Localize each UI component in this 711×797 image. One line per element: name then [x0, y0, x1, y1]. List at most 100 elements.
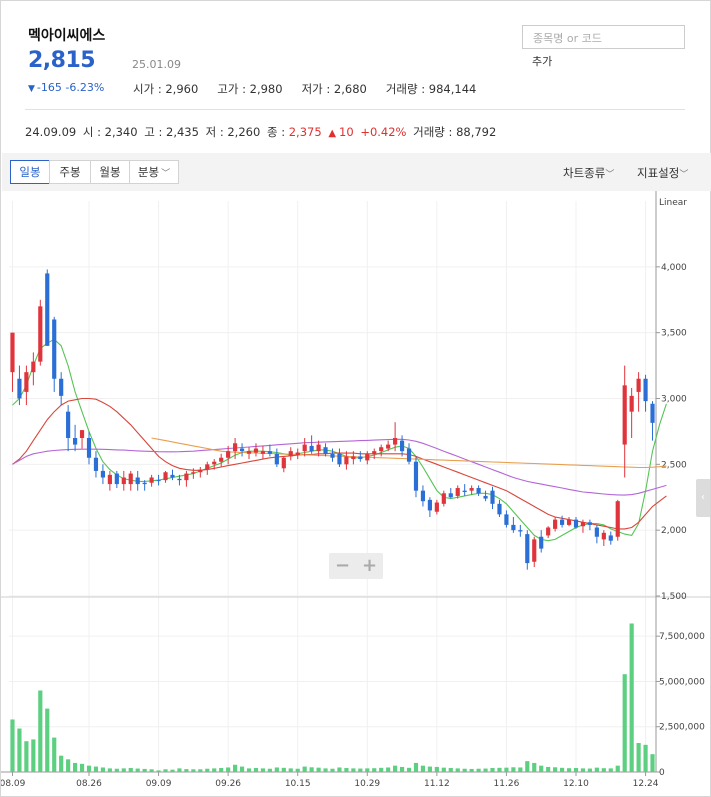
volume-bar	[288, 768, 293, 772]
candle-body	[546, 527, 551, 536]
x-tick-label: 11.26	[494, 779, 520, 789]
volume-bar	[281, 767, 286, 772]
candle-body	[406, 448, 412, 462]
candle-body	[469, 488, 474, 491]
x-tick-label: 12.10	[563, 779, 589, 789]
volume-bar	[86, 765, 92, 772]
candle-body	[142, 482, 147, 485]
tab-monthly[interactable]: 월봉	[90, 160, 130, 184]
volume-bar	[260, 768, 266, 772]
add-button[interactable]: 추가	[532, 53, 552, 69]
volume-bar	[413, 762, 419, 772]
candle-body	[288, 451, 293, 457]
x-tick-label: 09.09	[146, 779, 172, 789]
tab-daily[interactable]: 일봉	[10, 160, 50, 184]
candle-body	[559, 519, 565, 525]
search-input[interactable]: 종목명 or 코드	[522, 25, 685, 49]
candle-body	[267, 451, 272, 454]
volume-bar	[121, 768, 126, 772]
candle-body	[295, 452, 300, 456]
candle-body	[79, 430, 85, 438]
price-stats: 시가 : 2,960 고가 : 2,980 저가 : 2,680 거래량 : 9…	[133, 81, 495, 97]
volume-bar	[504, 767, 509, 772]
volume-bar	[226, 767, 231, 772]
stock-chart[interactable]: Linear 1,500 2,000 2,500 3,000 3,500 4,000 0 2,5…	[1, 191, 711, 797]
volume-bar	[601, 768, 606, 772]
volume-bar	[100, 767, 106, 772]
volume-bar	[17, 728, 22, 772]
candle-body	[622, 385, 627, 445]
volume-bar	[518, 767, 523, 772]
candle-body	[393, 438, 398, 445]
volume-bar	[38, 690, 43, 772]
volume-bar	[636, 743, 641, 772]
chart-type-menu[interactable]: 차트종류﹀	[563, 165, 614, 181]
minus-icon[interactable]: −	[329, 553, 356, 579]
stat-open: 시가 : 2,960	[133, 82, 199, 96]
volume-bar	[170, 769, 175, 772]
candle-body	[246, 451, 252, 454]
candle-body	[441, 493, 446, 504]
volume-bar	[365, 768, 370, 772]
plus-icon[interactable]: +	[356, 553, 383, 579]
volume-bar	[483, 768, 488, 772]
volume-bar	[142, 768, 147, 772]
indicator-menu[interactable]: 지표설정﹀	[637, 165, 688, 181]
volume-bar	[650, 754, 655, 772]
price-date: 25.01.09	[132, 58, 181, 71]
volume-bar	[128, 768, 133, 772]
candle-body	[135, 477, 140, 485]
tab-weekly[interactable]: 주봉	[49, 160, 91, 184]
volume-bar	[330, 768, 335, 772]
candle-body	[59, 378, 64, 396]
candle-body	[434, 502, 439, 512]
volume-bar	[643, 744, 648, 772]
volume-bar	[79, 763, 85, 772]
candle-body	[573, 519, 579, 528]
volume-bar	[511, 767, 516, 772]
tab-minute[interactable]: 분봉 ﹀	[129, 160, 179, 184]
up-arrow-icon: ▲	[328, 128, 337, 139]
y-tick-label: 1,500	[661, 592, 687, 602]
candle-body	[462, 490, 467, 492]
volume-bar	[52, 737, 57, 772]
volume-bar	[434, 766, 439, 772]
candle-body	[219, 457, 224, 462]
volume-bar	[608, 768, 613, 772]
candle-body	[448, 493, 453, 498]
change-value: -165 -6.23%	[36, 81, 105, 94]
volume-bar	[441, 767, 446, 772]
hover-date: 24.09.09	[25, 125, 77, 139]
hover-info-row: 24.09.09 시 : 2,340 고 : 2,435 저 : 2,260 종…	[25, 124, 499, 140]
volume-bar	[309, 767, 314, 772]
volume-bar	[629, 623, 634, 772]
volume-bar	[149, 769, 154, 772]
y-tick-label: 4,000	[661, 263, 687, 273]
volume-bar	[114, 768, 119, 772]
candle-body	[476, 488, 481, 494]
hover-close: 2,375	[288, 125, 322, 139]
chevron-left-icon[interactable]: ‹	[696, 479, 710, 517]
hover-volume: 거래량 : 88,792	[413, 125, 497, 139]
candle-body	[212, 461, 217, 465]
candle-body	[45, 273, 50, 346]
candle-body	[38, 306, 43, 362]
volume-bar	[219, 768, 224, 772]
candle-body	[379, 447, 384, 452]
moving-average-ma60	[12, 438, 667, 496]
volume-bar	[156, 770, 161, 772]
volume-bar	[135, 768, 140, 772]
candle-body	[114, 473, 119, 485]
volume-bar	[31, 739, 36, 772]
candle-body	[52, 319, 57, 379]
candle-body	[177, 478, 182, 481]
candle-body	[504, 514, 509, 525]
volume-bar	[406, 767, 412, 772]
candle-body	[386, 444, 391, 449]
volume-bar	[184, 769, 189, 772]
volume-bar	[372, 768, 377, 772]
y-tick-label: 3,500	[661, 329, 687, 339]
volume-bar	[539, 765, 544, 772]
candle-body	[253, 448, 259, 453]
x-tick-label: 11.12	[424, 779, 450, 789]
